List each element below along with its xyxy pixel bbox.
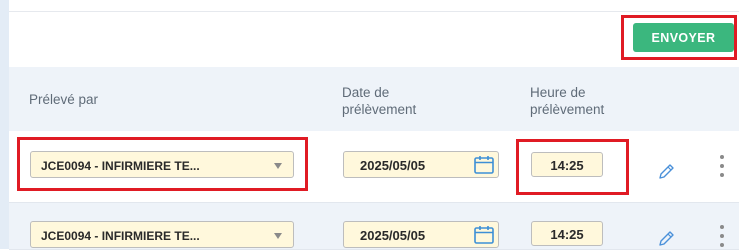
chevron-down-icon	[274, 233, 282, 239]
date-value: 2025/05/05	[360, 158, 426, 173]
collected-by-value: JCE0094 - INFIRMIERE TE...	[41, 229, 200, 243]
send-button[interactable]: ENVOYER	[633, 23, 734, 52]
collected-by-select[interactable]: JCE0094 - INFIRMIERE TE...	[30, 151, 294, 178]
time-value: 14:25	[550, 227, 584, 242]
toolbar	[9, 12, 739, 67]
time-value: 14:25	[550, 158, 584, 173]
chevron-down-icon	[274, 163, 282, 169]
time-field[interactable]: 14:25	[531, 152, 603, 177]
date-field[interactable]: 2025/05/05	[343, 221, 499, 248]
column-header-time-line2: prélèvement	[530, 102, 605, 117]
date-field[interactable]: 2025/05/05	[343, 151, 499, 178]
more-vertical-icon[interactable]	[719, 155, 725, 179]
calendar-icon[interactable]	[473, 225, 495, 245]
collected-by-value: JCE0094 - INFIRMIERE TE...	[41, 159, 200, 173]
column-header-collected-by: Prélevé par	[29, 92, 99, 107]
left-panel-edge	[0, 0, 9, 249]
collected-by-select[interactable]: JCE0094 - INFIRMIERE TE...	[30, 221, 294, 248]
time-field[interactable]: 14:25	[531, 221, 603, 246]
date-value: 2025/05/05	[360, 228, 426, 243]
more-vertical-icon[interactable]	[719, 225, 725, 249]
pencil-icon[interactable]	[657, 230, 675, 248]
pencil-icon[interactable]	[657, 163, 675, 181]
calendar-icon[interactable]	[473, 155, 495, 175]
column-header-date-line2: prélèvement	[342, 102, 417, 117]
column-header-time-line1: Heure de	[530, 85, 586, 100]
column-header-date-line1: Date de	[342, 85, 390, 100]
